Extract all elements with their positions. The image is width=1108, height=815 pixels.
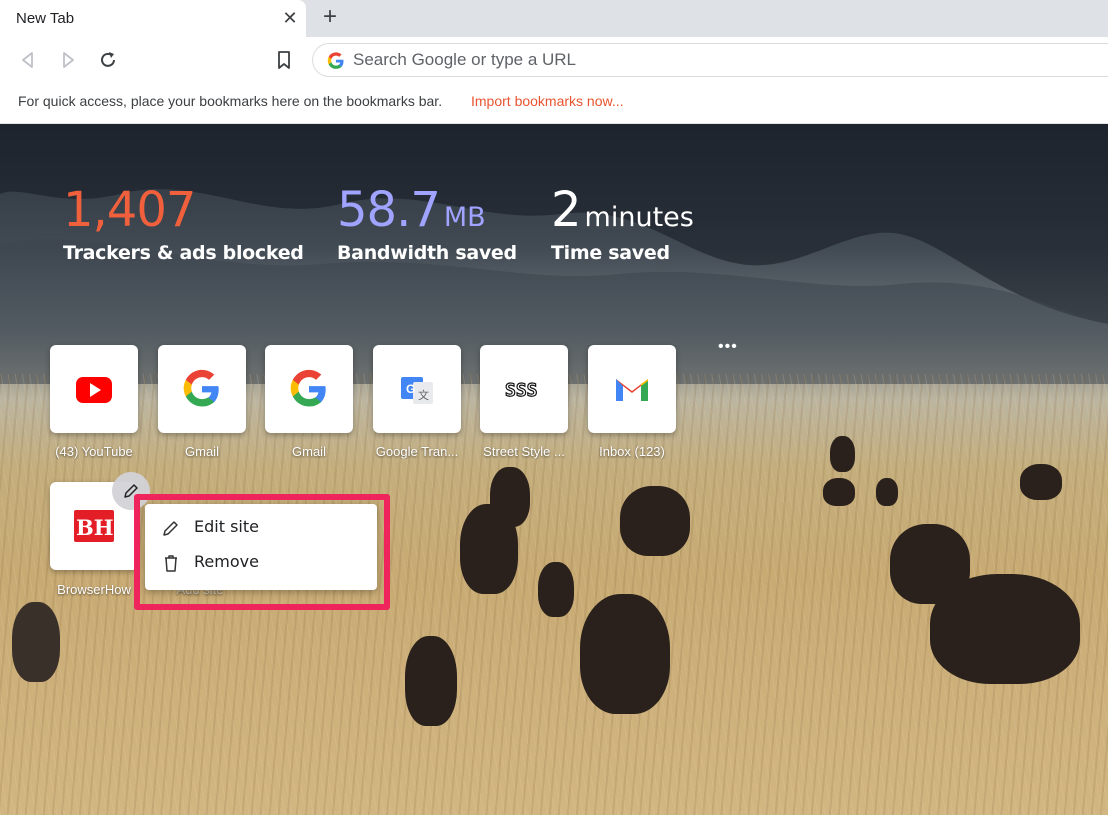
bookmarks-bar: For quick access, place your bookmarks h… — [0, 83, 1108, 124]
tile-label-gmail-1: Gmail — [185, 444, 219, 459]
forward-arrow-icon — [63, 52, 74, 68]
youtube-icon — [76, 377, 112, 403]
street-style-icon: SSS — [504, 379, 538, 401]
tab-strip: New Tab ✕ + — [0, 0, 1108, 37]
yak-figure — [490, 467, 530, 527]
new-tab-page: 1,407 Trackers & ads blocked 58.7 MB Band… — [0, 124, 1108, 815]
edit-site-menu-item[interactable]: Edit site — [161, 514, 361, 542]
time-unit: minutes — [584, 202, 694, 233]
stat-trackers: 1,407 Trackers & ads blocked — [63, 186, 304, 264]
toolbar — [0, 37, 1108, 83]
yak-figure — [1020, 464, 1062, 500]
svg-text:BH: BH — [76, 515, 114, 540]
tile-label-youtube: (43) YouTube — [55, 444, 133, 459]
more-options-icon[interactable]: ••• — [718, 338, 738, 356]
bookmarks-hint: For quick access, place your bookmarks h… — [18, 93, 443, 109]
yak-figure — [580, 594, 670, 714]
bandwidth-unit: MB — [443, 202, 486, 233]
yak-figure — [930, 574, 1080, 684]
reload-icon — [101, 52, 115, 67]
bandwidth-value: 58.7 — [337, 182, 441, 238]
google-icon — [183, 369, 219, 407]
google-translate-icon: G文 — [401, 377, 433, 404]
remove-menu-item[interactable]: Remove — [161, 549, 361, 577]
yak-figure — [830, 436, 855, 472]
trash-icon — [165, 555, 177, 572]
tile-label-inbox: Inbox (123) — [599, 444, 665, 459]
close-icon[interactable]: ✕ — [280, 8, 300, 28]
yak-figure — [876, 478, 898, 506]
yak-figure — [405, 636, 457, 726]
google-g-icon — [327, 52, 344, 69]
tab-new-tab[interactable]: New Tab ✕ — [0, 0, 306, 37]
tile-label-street-style: Street Style ... — [483, 444, 565, 459]
tile-label-browserhow: BrowserHow — [57, 582, 131, 597]
trackers-label: Trackers & ads blocked — [63, 242, 304, 264]
bookmark-button[interactable] — [273, 49, 295, 71]
time-label: Time saved — [551, 242, 670, 264]
tile-label-gmail-2: Gmail — [292, 444, 326, 459]
trackers-count: 1,407 — [63, 182, 196, 238]
remove-label: Remove — [194, 552, 259, 571]
reload-button[interactable] — [97, 49, 119, 71]
svg-text:SSS: SSS — [505, 380, 538, 401]
back-arrow-icon — [22, 52, 33, 68]
tile-gmail-2[interactable] — [265, 345, 353, 433]
edit-site-label: Edit site — [194, 517, 259, 536]
browserhow-icon: BH — [74, 510, 114, 542]
new-tab-button[interactable]: + — [318, 5, 342, 30]
svg-text:文: 文 — [418, 388, 429, 402]
gmail-icon — [616, 379, 648, 401]
stat-time: 2 minutes Time saved — [551, 186, 694, 264]
omnibox[interactable] — [312, 43, 1108, 77]
tile-google-translate[interactable]: G文 — [373, 345, 461, 433]
yak-figure — [823, 478, 855, 506]
pencil-icon — [163, 521, 178, 536]
bookmark-icon — [278, 51, 290, 69]
stat-bandwidth: 58.7 MB Bandwidth saved — [337, 186, 517, 264]
svg-text:G: G — [406, 382, 415, 396]
google-icon — [290, 369, 326, 407]
bandwidth-label: Bandwidth saved — [337, 242, 517, 264]
tile-inbox[interactable] — [588, 345, 676, 433]
yak-figure — [620, 486, 690, 556]
yak-figure — [538, 562, 574, 617]
import-bookmarks-link[interactable]: Import bookmarks now... — [471, 93, 624, 109]
tile-label-google-translate: Google Tran... — [375, 444, 459, 459]
tab-title: New Tab — [16, 10, 75, 27]
tile-street-style[interactable]: SSS — [480, 345, 568, 433]
forward-button[interactable] — [57, 49, 79, 71]
search-input[interactable] — [353, 45, 1093, 75]
tile-youtube[interactable] — [50, 345, 138, 433]
tile-context-menu: Edit site Remove — [145, 504, 377, 590]
back-button[interactable] — [17, 49, 39, 71]
yak-figure — [12, 602, 60, 682]
tile-gmail-1[interactable] — [158, 345, 246, 433]
time-value: 2 — [551, 182, 582, 238]
